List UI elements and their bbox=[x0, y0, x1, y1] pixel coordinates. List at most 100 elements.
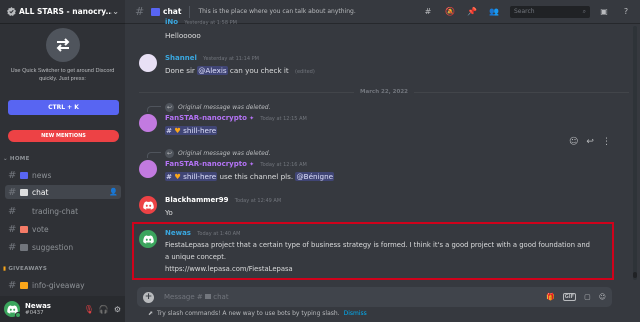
quick-switcher-button[interactable]: CTRL + K bbox=[8, 100, 119, 115]
date-divider: March 22, 2022 bbox=[139, 88, 630, 96]
user-mention[interactable]: @Bénigne bbox=[295, 172, 335, 181]
news-emoji-icon bbox=[20, 171, 28, 179]
gift-icon[interactable]: 🎁 bbox=[546, 293, 555, 301]
category-giveaways[interactable]: ▮ GIVEAWAYS bbox=[3, 266, 47, 272]
add-reaction-icon[interactable]: ☺ bbox=[569, 137, 578, 147]
hash-icon: # bbox=[135, 5, 145, 18]
message-content: Done sir @Alexis can you check it (edite… bbox=[165, 66, 315, 75]
vote-emoji-icon bbox=[20, 225, 28, 233]
message-content: # ♥ shill-here use this channel pls. @Bé… bbox=[165, 172, 335, 181]
new-mentions-button[interactable]: NEW MENTIONS bbox=[8, 130, 119, 142]
server-name: ALL STARS - nanocry... bbox=[19, 7, 113, 16]
message-author[interactable]: Shannel bbox=[165, 54, 197, 62]
chevron-down-icon: ⌄ bbox=[3, 156, 8, 162]
sticker-icon[interactable]: ▢ bbox=[584, 293, 591, 301]
hash-icon: # bbox=[8, 279, 17, 291]
message-author[interactable]: Blackhammer99 bbox=[165, 196, 229, 204]
chevron-down-icon: ⌄ bbox=[112, 7, 119, 16]
message-timestamp: Yesterday at 11:14 PM bbox=[203, 56, 259, 62]
slash-command-icon: ⬈ bbox=[148, 310, 154, 317]
reply-deleted-icon: ↩ bbox=[165, 102, 174, 112]
message-content: Hellooooo bbox=[165, 31, 201, 40]
threads-icon[interactable]: # bbox=[420, 7, 436, 16]
user-tag: #0437 bbox=[25, 310, 44, 316]
giveaway-emoji-icon bbox=[20, 281, 28, 289]
channel-suggestion[interactable]: # suggestion bbox=[5, 240, 121, 254]
hash-icon: # bbox=[8, 169, 17, 181]
heart-icon: ♥ bbox=[174, 172, 181, 181]
switch-arrows-icon bbox=[45, 28, 80, 62]
avatar[interactable] bbox=[4, 301, 21, 318]
hash-icon: # bbox=[8, 186, 17, 198]
gift-icon: ▮ bbox=[3, 266, 7, 272]
edited-label: (edited) bbox=[295, 69, 315, 75]
pin-icon[interactable]: 📌 bbox=[464, 7, 480, 16]
notification-bell-muted-icon[interactable]: 🔕 bbox=[442, 7, 458, 16]
sparkle-badge-icon: ✦ bbox=[249, 161, 255, 168]
gif-icon[interactable]: GIF bbox=[562, 293, 577, 301]
reply-reference[interactable]: ↩ Original message was deleted. bbox=[147, 148, 271, 158]
message-composer[interactable]: + Message # chat 🎁 GIF ▢ ☺ bbox=[137, 287, 612, 307]
trading-emoji-icon bbox=[20, 208, 28, 215]
chat-emoji-icon bbox=[20, 188, 28, 196]
online-status-icon bbox=[15, 312, 21, 318]
message-timestamp: Yesterday at 1:58 PM bbox=[184, 20, 237, 26]
more-options-icon[interactable]: ⋮ bbox=[602, 137, 611, 147]
reply-icon[interactable]: ↩ bbox=[586, 137, 594, 147]
reply-deleted-icon: ↩ bbox=[165, 148, 174, 158]
help-icon[interactable]: ? bbox=[618, 7, 634, 16]
member-list-icon[interactable]: 👥 bbox=[486, 7, 502, 16]
category-home[interactable]: ⌄ HOME bbox=[3, 156, 30, 162]
dismiss-link[interactable]: Dismiss bbox=[344, 310, 367, 317]
avatar[interactable] bbox=[139, 196, 157, 214]
message-input[interactable]: Message # chat bbox=[164, 293, 538, 301]
message-author[interactable]: FanSTAR-nanocrypto bbox=[165, 160, 247, 168]
hash-icon: # bbox=[8, 241, 17, 253]
channel-title: chat bbox=[163, 7, 182, 16]
quick-switcher-promo: Use Quick Switcher to get around Discord… bbox=[0, 28, 125, 83]
avatar[interactable] bbox=[139, 114, 157, 132]
quick-switcher-text: Use Quick Switcher to get around Discord… bbox=[10, 68, 115, 82]
user-panel: Newas #0437 🎙 🎧 ⚙ bbox=[0, 296, 125, 322]
channel-news[interactable]: # news bbox=[5, 168, 121, 182]
message-timestamp: Today at 12:15 AM bbox=[260, 116, 307, 122]
invite-user-icon[interactable]: 👤 bbox=[109, 188, 118, 196]
mute-microphone-icon[interactable]: 🎙 bbox=[84, 305, 94, 314]
search-input[interactable]: Search ⌕ bbox=[510, 5, 590, 18]
gear-icon[interactable]: ⚙ bbox=[114, 305, 121, 314]
slash-command-tip: ⬈ Try slash commands! A new way to use b… bbox=[148, 310, 367, 317]
avatar[interactable] bbox=[139, 160, 157, 178]
channel-topic[interactable]: This is the place where you can talk abo… bbox=[198, 8, 414, 15]
username: Newas bbox=[25, 302, 51, 310]
channel-info-giveaway[interactable]: # info-giveaway bbox=[5, 278, 121, 292]
hash-icon: # bbox=[8, 223, 17, 235]
channel-mention[interactable]: # ♥ shill-here bbox=[165, 172, 218, 181]
reply-reference[interactable]: ↩ Original message was deleted. bbox=[147, 102, 271, 112]
channel-chat[interactable]: # chat 👤 bbox=[5, 185, 121, 199]
emoji-icon[interactable]: ☺ bbox=[599, 293, 606, 301]
upload-plus-icon[interactable]: + bbox=[143, 291, 154, 303]
user-info[interactable]: Newas #0437 bbox=[25, 302, 79, 316]
message-author[interactable]: FanSTAR-nanocrypto bbox=[165, 114, 247, 122]
topbar-divider bbox=[189, 5, 191, 18]
avatar[interactable] bbox=[139, 54, 157, 72]
heart-icon: ♥ bbox=[174, 126, 181, 135]
search-icon: ⌕ bbox=[582, 7, 586, 15]
server-header[interactable]: ALL STARS - nanocry... ⌄ bbox=[0, 0, 125, 24]
chat-emoji-icon bbox=[205, 294, 212, 299]
channel-mention[interactable]: # ♥ shill-here bbox=[165, 126, 218, 135]
message-actions: ☺ ↩ ⋮ bbox=[569, 137, 611, 147]
scrollbar-thumb[interactable] bbox=[633, 272, 637, 278]
chat-emoji-icon bbox=[151, 7, 160, 16]
sparkle-badge-icon: ✦ bbox=[249, 115, 255, 122]
inbox-icon[interactable]: ▣ bbox=[596, 7, 612, 16]
message-author[interactable]: iNo bbox=[165, 18, 178, 26]
user-mention[interactable]: @Alexis bbox=[197, 66, 228, 75]
headphones-icon[interactable]: 🎧 bbox=[99, 305, 109, 314]
channel-sidebar: ALL STARS - nanocry... ⌄ Use Quick Switc… bbox=[0, 0, 125, 322]
discord-app: ALL STARS - nanocry... ⌄ Use Quick Switc… bbox=[0, 0, 640, 322]
scrollbar[interactable] bbox=[633, 26, 637, 280]
channel-vote[interactable]: # vote bbox=[5, 222, 121, 236]
channel-trading-chat[interactable]: # trading-chat bbox=[5, 204, 121, 218]
suggestion-emoji-icon bbox=[20, 243, 28, 251]
